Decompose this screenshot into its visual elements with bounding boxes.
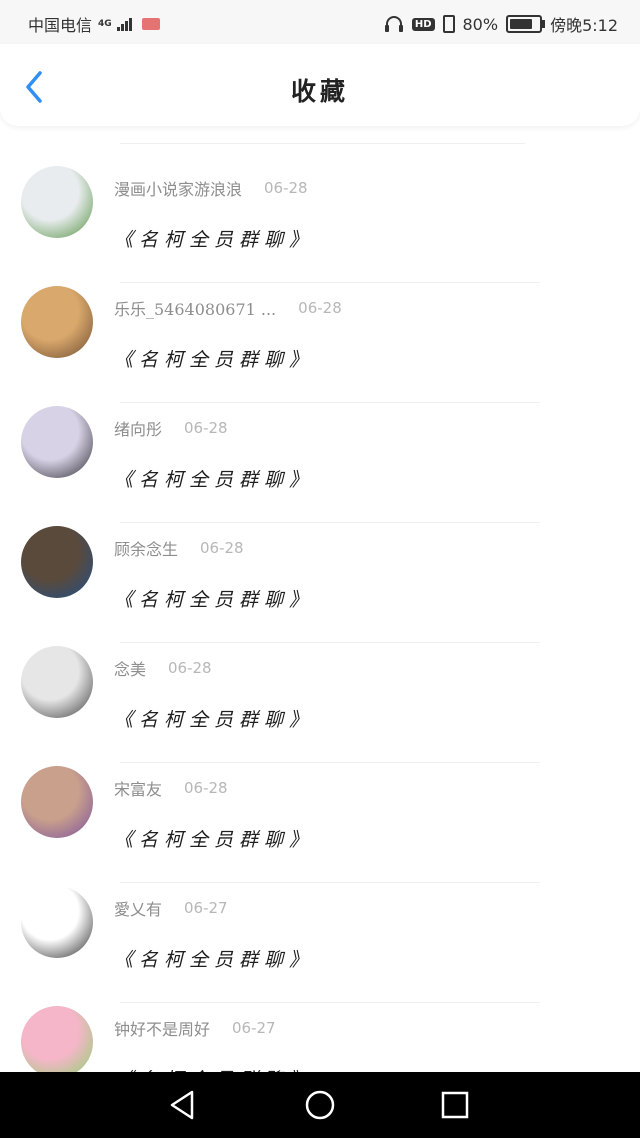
avatar[interactable]	[21, 166, 93, 238]
date: 06-28	[168, 659, 212, 677]
nav-back-button[interactable]	[166, 1088, 200, 1122]
signal-icon	[116, 17, 132, 31]
username[interactable]: 愛乂有	[114, 896, 162, 920]
message-title[interactable]: 《名柯全员群聊》	[114, 945, 314, 972]
list-item[interactable]: 宋富友 06-28 《名柯全员群聊》	[0, 745, 640, 883]
mail-icon	[141, 18, 160, 30]
list-item[interactable]: 顾余念生 06-28 《名柯全员群聊》	[0, 505, 640, 643]
username[interactable]: 念美	[114, 656, 146, 680]
favorites-list[interactable]: 漫画小说家游浪浪 06-28 《名柯全员群聊》 乐乐_5464080671 ... 06…	[0, 126, 640, 1072]
message-title[interactable]: 《名柯全员群聊》	[114, 345, 314, 372]
page-title: 收藏	[290, 77, 349, 106]
message-title[interactable]: 《名柯全员群聊》	[114, 465, 314, 492]
headphone-icon	[384, 16, 403, 32]
username[interactable]: 钟好不是周好	[114, 1016, 210, 1040]
date: 06-28	[264, 179, 308, 197]
nav-recents-button[interactable]	[438, 1088, 472, 1122]
network-type: 4G	[98, 18, 112, 29]
message-title[interactable]: 《名柯全员群聊》	[114, 705, 314, 732]
battery-icon	[506, 15, 546, 33]
username[interactable]: 漫画小说家游浪浪	[114, 176, 242, 200]
avatar[interactable]	[21, 646, 93, 718]
list-item[interactable]: 钟好不是周好 06-27 《名柯全员群聊》	[0, 985, 640, 1072]
date: 06-28	[200, 539, 244, 557]
date: 06-28	[184, 419, 228, 437]
status-bar: 中国电信 4G HD 80% 傍晚5:12	[0, 0, 640, 44]
date: 06-28	[184, 779, 228, 797]
carrier-label: 中国电信	[28, 16, 93, 35]
clock: 傍晚5:12	[550, 16, 618, 35]
date: 06-27	[232, 1019, 276, 1037]
message-title[interactable]: 《名柯全员群聊》	[114, 1065, 314, 1072]
item-meta: 漫画小说家游浪浪 06-28	[114, 176, 308, 200]
hd-icon: HD	[411, 17, 435, 31]
status-right: HD 80% 傍晚5:12	[384, 12, 618, 36]
recents-square-icon	[441, 1091, 469, 1119]
username[interactable]: 顾余念生	[114, 536, 178, 560]
battery-percent: 80%	[462, 14, 499, 34]
back-triangle-icon	[170, 1090, 194, 1120]
vibrate-icon	[442, 15, 455, 33]
username[interactable]: 绪向彤	[114, 416, 162, 440]
home-circle-icon	[305, 1090, 335, 1120]
item-meta: 绪向彤 06-28	[114, 416, 228, 440]
username[interactable]: 乐乐_5464080671 ...	[114, 296, 276, 320]
divider	[120, 143, 525, 144]
item-meta: 顾余念生 06-28	[114, 536, 244, 560]
avatar[interactable]	[21, 526, 93, 598]
list-item[interactable]: 愛乂有 06-27 《名柯全员群聊》	[0, 865, 640, 1003]
message-title[interactable]: 《名柯全员群聊》	[114, 225, 314, 252]
avatar[interactable]	[21, 1006, 93, 1072]
avatar[interactable]	[21, 766, 93, 838]
list-item[interactable]: 绪向彤 06-28 《名柯全员群聊》	[0, 385, 640, 523]
header: 收藏	[0, 44, 640, 126]
avatar[interactable]	[21, 406, 93, 478]
list-item[interactable]: 念美 06-28 《名柯全员群聊》	[0, 625, 640, 763]
date: 06-28	[298, 299, 342, 317]
message-title[interactable]: 《名柯全员群聊》	[114, 585, 314, 612]
item-meta: 愛乂有 06-27	[114, 896, 228, 920]
nav-home-button[interactable]	[303, 1088, 337, 1122]
item-meta: 乐乐_5464080671 ... 06-28	[114, 296, 342, 320]
message-title[interactable]: 《名柯全员群聊》	[114, 825, 314, 852]
list-item[interactable]: 漫画小说家游浪浪 06-28 《名柯全员群聊》	[0, 145, 640, 283]
system-nav-bar	[0, 1072, 640, 1138]
item-meta: 宋富友 06-28	[114, 776, 228, 800]
list-item[interactable]: 乐乐_5464080671 ... 06-28 《名柯全员群聊》	[0, 265, 640, 403]
date: 06-27	[184, 899, 228, 917]
username[interactable]: 宋富友	[114, 776, 162, 800]
avatar[interactable]	[21, 886, 93, 958]
status-left: 中国电信 4G	[28, 12, 160, 36]
item-meta: 钟好不是周好 06-27	[114, 1016, 276, 1040]
avatar[interactable]	[21, 286, 93, 358]
item-meta: 念美 06-28	[114, 656, 212, 680]
